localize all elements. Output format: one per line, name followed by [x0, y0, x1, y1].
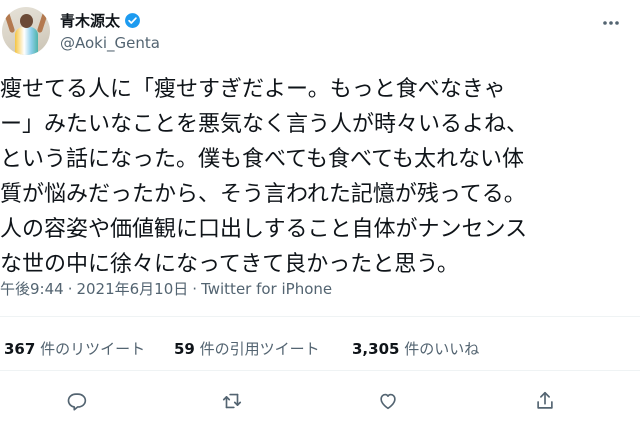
author-handle[interactable]: @Aoki_Genta [60, 34, 160, 52]
quotes-stat[interactable]: 59 件の引用ツイート [174, 338, 320, 359]
retweets-label: 件のリツイート [40, 340, 146, 358]
verified-badge-icon [125, 13, 140, 28]
quotes-count: 59 [174, 340, 195, 358]
divider [0, 316, 640, 317]
tweet-actions [0, 384, 640, 418]
tweet-meta: 午後9:44 · 2021年6月10日 · Twitter for iPhone [0, 278, 332, 299]
quotes-label: 件の引用ツイート [199, 340, 320, 358]
author-display-name[interactable]: 青木源太 [60, 10, 120, 31]
author-name-row: 青木源太 [60, 10, 141, 31]
tweet-text-line: 瘦せてる人に「瘦せすぎだよー。もっと食べなきゃ [0, 77, 506, 102]
tweet-text-line: 人の容姿や価値観に口出しすること自体がナンセンス [0, 217, 528, 242]
tweet-text: 瘦せてる人に「瘦せすぎだよー。もっと食べなきゃ ー」みたいなことを悪気なく言う人… [0, 72, 632, 282]
tweet-text-line: な世の中に徐々になってきて良かったと思う。 [0, 252, 459, 277]
retweets-count: 367 [4, 340, 36, 358]
tweet-date[interactable]: 2021年6月10日 [76, 280, 188, 298]
meta-separator: · [67, 280, 73, 298]
avatar[interactable] [2, 7, 50, 55]
tweet-source[interactable]: Twitter for iPhone [201, 280, 332, 298]
likes-count: 3,305 [352, 340, 400, 358]
reply-icon[interactable] [59, 384, 93, 418]
tweet-header: 青木源太 @Aoki_Genta [0, 0, 640, 62]
divider [0, 370, 640, 371]
tweet-text-line: ー」みたいなことを悪気なく言う人が時々いるよね、 [0, 112, 529, 137]
more-options-icon[interactable] [600, 12, 622, 34]
share-icon[interactable] [528, 384, 562, 418]
likes-label: 件のいいね [404, 340, 480, 358]
tweet-text-line: 質が悩みだったから、そう言われた記憶が残ってる。 [0, 182, 526, 207]
heart-icon[interactable] [371, 384, 405, 418]
tweet-text-line: という話になった。僕も食べても食べても太れない体 [0, 147, 525, 172]
retweet-icon[interactable] [215, 384, 249, 418]
likes-stat[interactable]: 3,305 件のいいね [352, 338, 479, 359]
retweets-stat[interactable]: 367 件のリツイート [4, 338, 145, 359]
meta-separator: · [192, 280, 198, 298]
tweet-time[interactable]: 午後9:44 [0, 280, 64, 298]
